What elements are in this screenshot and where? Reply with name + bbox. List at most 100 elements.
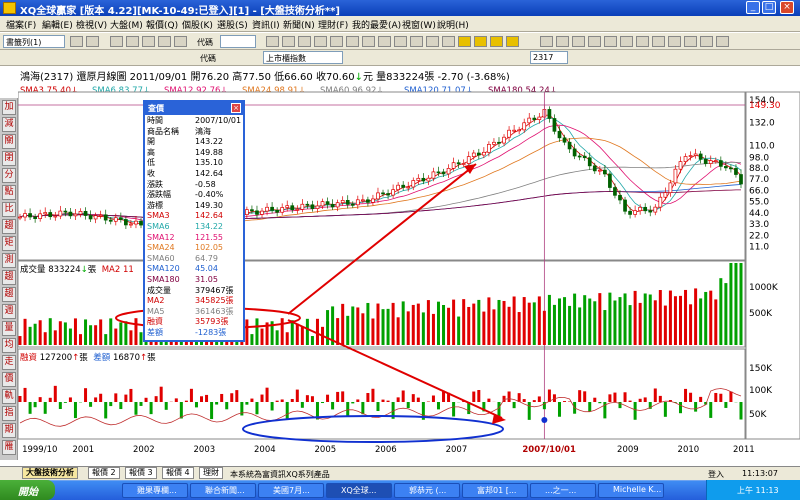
menu-finance[interactable]: 理財(F) — [318, 18, 348, 31]
menu-news[interactable]: 新聞(N) — [283, 18, 315, 31]
close-button[interactable]: × — [780, 1, 794, 14]
stock-combo[interactable]: 2317 — [530, 51, 568, 64]
toolbar-button[interactable] — [110, 36, 123, 47]
toolbar-button[interactable] — [126, 36, 139, 47]
toolbar-button[interactable] — [636, 36, 649, 47]
volume-bar — [477, 299, 481, 345]
taskbar-item[interactable]: Michelle K... — [598, 483, 664, 498]
drawing-tool-button[interactable]: 走 — [2, 355, 16, 370]
drawing-tool-button[interactable]: 週 — [2, 304, 16, 319]
toolbar-button[interactable] — [474, 36, 487, 47]
menu-quote[interactable]: 報價(Q) — [146, 18, 178, 31]
drawing-tool-button[interactable]: 軌 — [2, 389, 16, 404]
drawing-tool-button[interactable]: 矩 — [2, 236, 16, 251]
minimize-button[interactable]: _ — [746, 1, 760, 14]
toolbar-button[interactable] — [588, 36, 601, 47]
toolbar-button[interactable] — [174, 36, 187, 47]
menu-screener[interactable]: 選股(S) — [217, 18, 248, 31]
taskbar-item[interactable]: 富邦01 [... — [462, 483, 528, 498]
toolbar-button[interactable] — [142, 36, 155, 47]
candle-body — [376, 192, 380, 200]
toolbar-button[interactable] — [346, 36, 359, 47]
drawing-tool-button[interactable]: 加 — [2, 100, 16, 115]
toolbar-button[interactable] — [70, 36, 83, 47]
toolbar-button[interactable] — [684, 36, 697, 47]
toolbar-button[interactable] — [410, 36, 423, 47]
drawing-tool-button[interactable]: 量 — [2, 321, 16, 336]
drawing-tool-button[interactable]: 指 — [2, 406, 16, 421]
toolbar-button[interactable] — [266, 36, 279, 47]
drawing-tool-button[interactable]: 減 — [2, 117, 16, 132]
taskbar-item[interactable]: 聯合新聞... — [190, 483, 256, 498]
toolbar-button[interactable] — [540, 36, 553, 47]
taskbar-item[interactable]: XQ全球... — [326, 483, 392, 498]
toolbar-button[interactable] — [458, 36, 471, 47]
drawing-tool-button[interactable]: 價 — [2, 372, 16, 387]
taskbar-item[interactable]: 郭恭元 (... — [394, 483, 460, 498]
toolbar-button[interactable] — [572, 36, 585, 47]
toolbar-button[interactable] — [330, 36, 343, 47]
toolbar-button[interactable] — [314, 36, 327, 47]
tab-quote-3[interactable]: 報價 3 — [125, 467, 157, 479]
toolbar-button[interactable] — [442, 36, 455, 47]
chart-area[interactable]: 154.0149.30132.0110.098.088.077.066.055.… — [18, 84, 800, 466]
taskbar-item[interactable]: 美國7月... — [258, 483, 324, 498]
drawing-tool-button[interactable]: 均 — [2, 338, 16, 353]
margin-diff-bar — [658, 395, 662, 402]
price-axis-label: 88.0 — [749, 164, 769, 174]
toolbar-button[interactable] — [668, 36, 681, 47]
menu-file[interactable]: 檔案(F) — [6, 18, 36, 31]
toolbar-button[interactable] — [158, 36, 171, 47]
toolbar-button[interactable] — [700, 36, 713, 47]
drawing-tool-button[interactable]: 點 — [2, 185, 16, 200]
layout-combo[interactable]: 書籤列(1) — [3, 35, 65, 48]
toolbar-button[interactable] — [490, 36, 503, 47]
toolbar-button[interactable] — [362, 36, 375, 47]
toolbar-button[interactable] — [378, 36, 391, 47]
candle-body — [335, 202, 340, 208]
taskbar-item[interactable]: 雞果專欄... — [122, 483, 188, 498]
drawing-tool-button[interactable]: 趨 — [2, 287, 16, 302]
menu-view[interactable]: 檢視(V) — [76, 18, 107, 31]
toolbar-button[interactable] — [604, 36, 617, 47]
index-combo[interactable]: 上市櫃指數 — [263, 51, 343, 64]
drawing-tool-button[interactable]: 趨 — [2, 219, 16, 234]
margin-diff-bar — [371, 388, 375, 402]
toolbar-button[interactable] — [620, 36, 633, 47]
drawing-tool-button[interactable]: 趨 — [2, 270, 16, 285]
menu-market[interactable]: 大盤(M) — [110, 18, 143, 31]
toolbar-button[interactable] — [506, 36, 519, 47]
toolbar-button[interactable] — [716, 36, 729, 47]
tab-market-analysis[interactable]: 大盤技術分析 — [22, 467, 78, 479]
drawing-tool-button[interactable]: 比 — [2, 202, 16, 217]
tab-quote-2[interactable]: 報價 2 — [88, 467, 120, 479]
code-input[interactable] — [220, 35, 256, 48]
drawing-tool-button[interactable]: 閉 — [2, 151, 16, 166]
menu-stock[interactable]: 個股(K) — [182, 18, 213, 31]
start-button[interactable]: 開始 — [0, 480, 55, 500]
drawing-tool-button[interactable]: 分 — [2, 168, 16, 183]
tab-quote-4[interactable]: 報價 4 — [162, 467, 194, 479]
drawing-tool-button[interactable]: 測 — [2, 253, 16, 268]
drawing-tool-button[interactable]: 雁 — [2, 440, 16, 455]
drawing-tool-button[interactable]: 關 — [2, 134, 16, 149]
menu-edit[interactable]: 編輯(E) — [42, 18, 73, 31]
maximize-button[interactable]: □ — [762, 1, 776, 14]
toolbar-button[interactable] — [556, 36, 569, 47]
popup-close-icon[interactable]: × — [231, 103, 241, 113]
toolbar-button[interactable] — [282, 36, 295, 47]
menu-window[interactable]: 視窗(W) — [402, 18, 436, 31]
tab-finance[interactable]: 理財 — [199, 467, 223, 479]
quote-popup[interactable]: 查價 × 時間 2007/10/01 商品名稱 鴻海開 143.22 高 149.88 低 13… — [143, 100, 245, 342]
menu-info[interactable]: 資訊(I) — [252, 18, 280, 31]
toolbar-button[interactable] — [298, 36, 311, 47]
toolbar-button[interactable] — [86, 36, 99, 47]
menu-help[interactable]: 說明(H) — [437, 18, 469, 31]
toolbar-button[interactable] — [652, 36, 665, 47]
menu-favorites[interactable]: 我的最愛(A) — [352, 18, 401, 31]
drawing-tool-button[interactable]: 期 — [2, 423, 16, 438]
toolbar-button[interactable] — [394, 36, 407, 47]
volume-bar — [694, 288, 698, 345]
toolbar-button[interactable] — [426, 36, 439, 47]
taskbar-item[interactable]: ...之一... — [530, 483, 596, 498]
